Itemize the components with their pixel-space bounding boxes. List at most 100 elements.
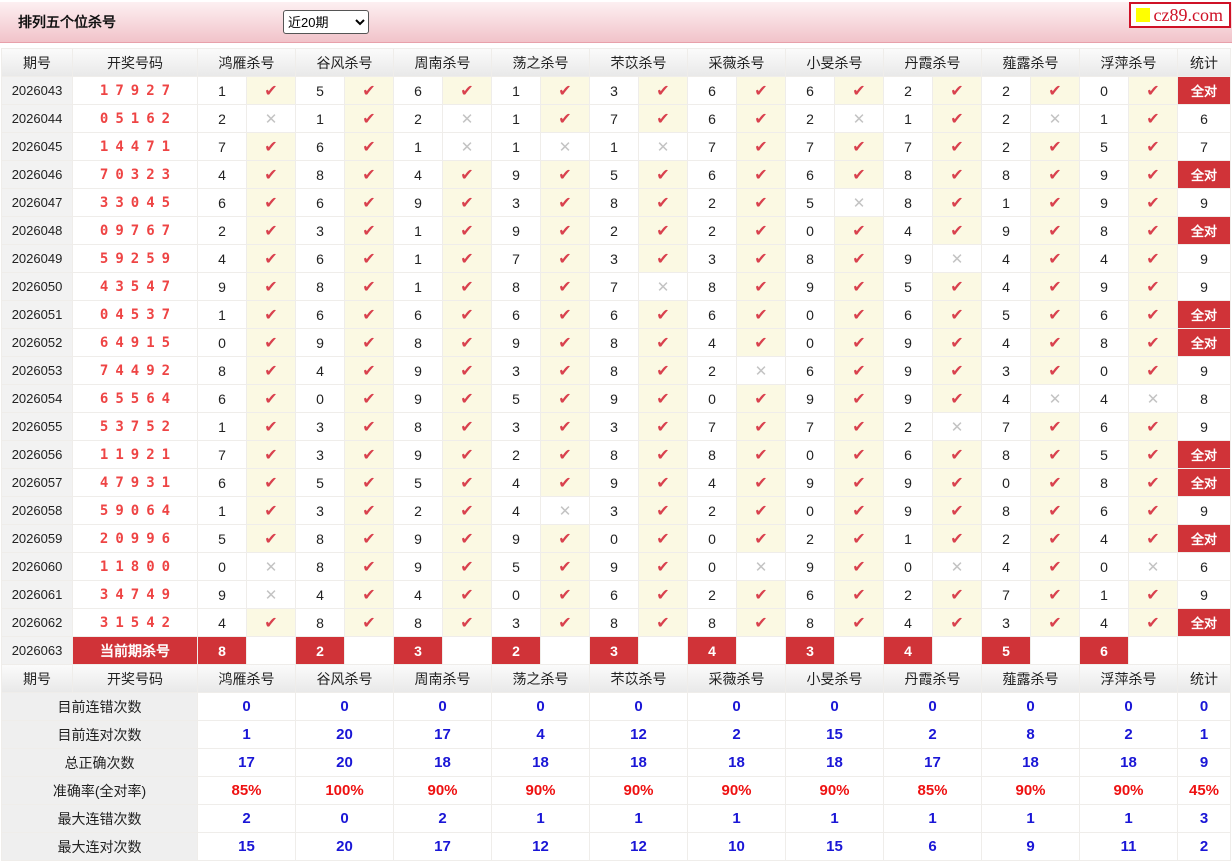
kill-digit: 1 — [198, 77, 246, 104]
check-icon: ✔ — [639, 553, 687, 580]
check-icon: ✔ — [247, 469, 295, 496]
period-cell: 2026045 — [2, 133, 72, 160]
check-icon: ✔ — [541, 385, 589, 412]
check-icon: ✔ — [639, 385, 687, 412]
kill-digit: 1 — [884, 525, 932, 552]
kill-digit: 9 — [982, 217, 1030, 244]
check-icon: ✔ — [443, 385, 491, 412]
check-icon: ✔ — [247, 413, 295, 440]
kill-digit: 6 — [786, 161, 834, 188]
period-range-select[interactable]: 近20期 — [283, 10, 369, 34]
kill-digit: 4 — [1080, 609, 1128, 636]
check-icon: ✔ — [443, 245, 491, 272]
summary-value: 2 — [1080, 721, 1177, 748]
cross-icon: ✕ — [541, 497, 589, 524]
check-icon: ✔ — [541, 161, 589, 188]
check-icon: ✔ — [835, 581, 883, 608]
kill-digit: 1 — [198, 413, 246, 440]
cross-icon: ✕ — [247, 105, 295, 132]
kill-digit: 3 — [296, 413, 344, 440]
kill-digit: 6 — [688, 105, 736, 132]
check-icon: ✔ — [1031, 553, 1079, 580]
column-header-stat: 统计 — [1178, 665, 1230, 692]
kill-digit: 2 — [688, 189, 736, 216]
stat-all-correct-badge: 全对 — [1178, 161, 1230, 188]
check-icon: ✔ — [1129, 469, 1177, 496]
summary-value: 17 — [198, 749, 295, 776]
empty-mark-cell — [1031, 637, 1079, 664]
check-icon: ✔ — [1129, 301, 1177, 328]
check-icon: ✔ — [541, 273, 589, 300]
winning-number: 09767 — [73, 217, 197, 244]
kill-digit: 5 — [1080, 133, 1128, 160]
kill-digit: 1 — [394, 217, 442, 244]
check-icon: ✔ — [639, 217, 687, 244]
column-header-numbers: 开奖号码 — [73, 49, 197, 76]
kill-digit: 4 — [982, 385, 1030, 412]
check-icon: ✔ — [639, 161, 687, 188]
table-row: 2026058 59064 1 ✔ 3 ✔ 2 ✔ 4 ✕ 3 ✔ 2 ✔ 0 ✔ 9 ✔ 8 ✔ 6 ✔ 9 — [2, 497, 1230, 524]
kill-digit: 3 — [688, 245, 736, 272]
kill-digit: 2 — [786, 525, 834, 552]
check-icon: ✔ — [933, 273, 981, 300]
check-icon: ✔ — [541, 217, 589, 244]
kill-digit: 9 — [786, 469, 834, 496]
check-icon: ✔ — [835, 609, 883, 636]
check-icon: ✔ — [1129, 217, 1177, 244]
summary-value: 9 — [982, 833, 1079, 860]
column-header-expert-2: 周南杀号 — [394, 665, 491, 692]
kill-digit: 1 — [198, 497, 246, 524]
column-header-expert-9: 浮萍杀号 — [1080, 665, 1177, 692]
check-icon: ✔ — [541, 357, 589, 384]
summary-value: 17 — [394, 833, 491, 860]
table-row: 2026060 11800 0 ✕ 8 ✔ 9 ✔ 5 ✔ 9 ✔ 0 ✕ 9 ✔ 0 ✕ 4 ✔ 0 ✕ 6 — [2, 553, 1230, 580]
check-icon: ✔ — [345, 497, 393, 524]
summary-row: 目前连错次数 0 0 0 0 0 0 0 0 0 0 0 — [2, 693, 1230, 720]
kill-digit: 6 — [786, 77, 834, 104]
table-row: 2026046 70323 4 ✔ 8 ✔ 4 ✔ 9 ✔ 5 ✔ 6 ✔ 6 ✔ 8 ✔ 8 ✔ 9 ✔ 全对 — [2, 161, 1230, 188]
kill-digit: 9 — [590, 469, 638, 496]
kill-digit: 0 — [1080, 77, 1128, 104]
check-icon: ✔ — [345, 105, 393, 132]
check-icon: ✔ — [345, 245, 393, 272]
kill-digit: 3 — [296, 497, 344, 524]
winning-number: 53752 — [73, 413, 197, 440]
check-icon: ✔ — [737, 161, 785, 188]
kill-digit: 9 — [394, 189, 442, 216]
summary-value: 0 — [296, 693, 393, 720]
winning-number: 17927 — [73, 77, 197, 104]
kill-digit: 7 — [982, 413, 1030, 440]
summary-value: 20 — [296, 833, 393, 860]
check-icon: ✔ — [737, 189, 785, 216]
winning-number: 74492 — [73, 357, 197, 384]
kill-digit: 6 — [1080, 497, 1128, 524]
kill-digit: 9 — [884, 329, 932, 356]
cross-icon: ✕ — [933, 245, 981, 272]
check-icon: ✔ — [639, 245, 687, 272]
check-icon: ✔ — [247, 301, 295, 328]
check-icon: ✔ — [737, 301, 785, 328]
table-row: 2026054 65564 6 ✔ 0 ✔ 9 ✔ 5 ✔ 9 ✔ 0 ✔ 9 ✔ 9 ✔ 4 ✕ 4 ✕ 8 — [2, 385, 1230, 412]
period-cell: 2026052 — [2, 329, 72, 356]
kill-digit: 9 — [296, 329, 344, 356]
stat-count-cell: 7 — [1178, 133, 1230, 160]
check-icon: ✔ — [933, 525, 981, 552]
check-icon: ✔ — [639, 301, 687, 328]
check-icon: ✔ — [1031, 497, 1079, 524]
summary-value: 20 — [296, 721, 393, 748]
check-icon: ✔ — [443, 441, 491, 468]
kill-digit: 4 — [296, 581, 344, 608]
check-icon: ✔ — [1031, 413, 1079, 440]
check-icon: ✔ — [1031, 357, 1079, 384]
site-logo: cz89.com — [1128, 2, 1231, 28]
column-header-expert-0: 鸿雁杀号 — [198, 49, 295, 76]
check-icon: ✔ — [541, 105, 589, 132]
check-icon: ✔ — [443, 161, 491, 188]
kill-digit: 8 — [394, 413, 442, 440]
kill-digit: 4 — [296, 357, 344, 384]
check-icon: ✔ — [443, 525, 491, 552]
check-icon: ✔ — [639, 413, 687, 440]
check-icon: ✔ — [345, 553, 393, 580]
kill-digit: 2 — [884, 413, 932, 440]
kill-digit: 6 — [786, 357, 834, 384]
